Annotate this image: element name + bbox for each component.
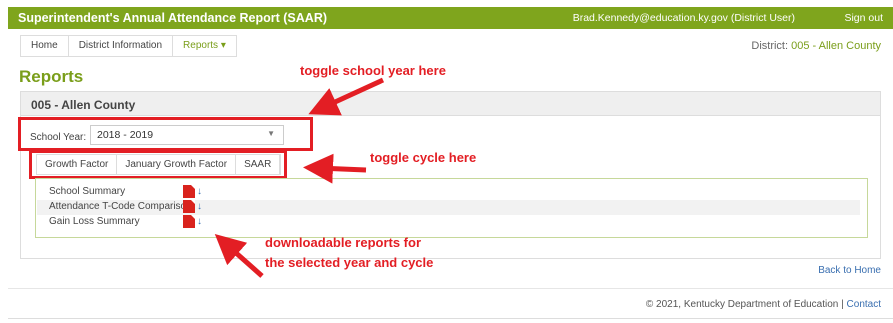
footer-divider [8, 288, 893, 289]
annotation-arrows [214, 77, 385, 278]
arrow-to-cycle [303, 153, 367, 184]
arrow-to-reports [214, 234, 264, 278]
bottom-divider [8, 318, 893, 319]
back-to-home-link[interactable]: Back to Home [818, 265, 881, 276]
copyright-text: © 2021, Kentucky Department of Education… [645, 299, 844, 310]
contact-link[interactable]: Contact [847, 299, 881, 310]
arrow-to-year [308, 77, 385, 116]
footer: © 2021, Kentucky Department of Education… [646, 299, 881, 310]
